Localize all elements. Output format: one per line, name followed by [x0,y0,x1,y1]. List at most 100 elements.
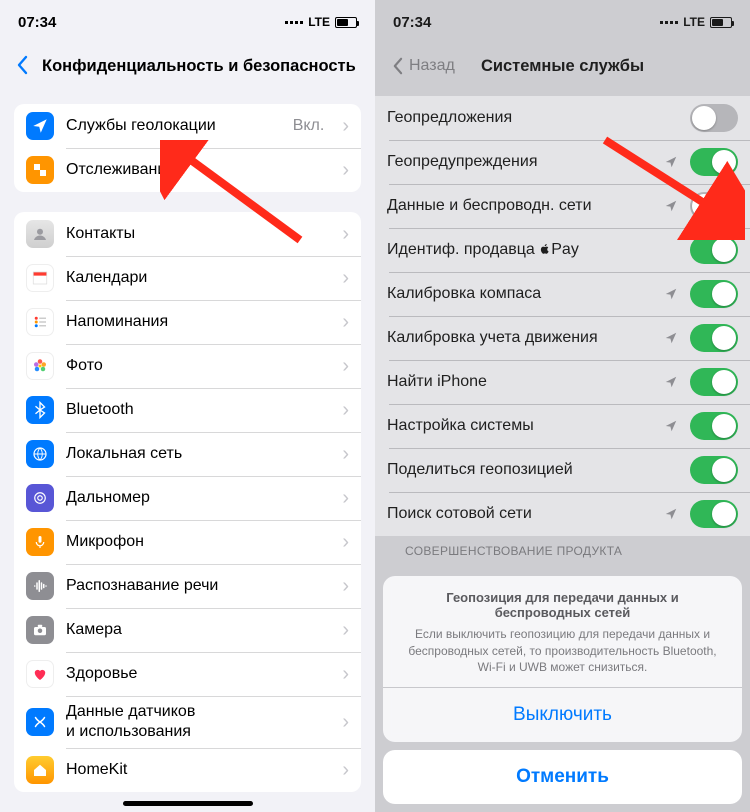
homekit-icon [26,756,54,784]
action-sheet-message: Если выключить геопозицию для передачи д… [401,626,724,675]
toggle-switch[interactable] [690,280,738,308]
nav-bar: Назад Системные службы [375,44,750,88]
nav-bar: Конфиденциальность и безопасность [0,44,375,88]
location-arrow-icon [664,287,678,301]
phone-privacy-settings: 07:34 LTE Конфиденциальность и безопасно… [0,0,375,812]
row-service[interactable]: Геопредложения [375,96,750,140]
row-label: Дальномер [66,488,324,508]
toggle-switch[interactable] [690,456,738,484]
section-header: СОВЕРШЕНСТВОВАНИЕ ПРОДУКТА [389,536,736,562]
globe-icon [26,440,54,468]
row-label: Данные и беспроводн. сети [387,196,652,216]
row-service[interactable]: Поделиться геопозицией [375,448,750,492]
row-service[interactable]: Калибровка учета движения [375,316,750,360]
row-service[interactable]: Геопредупреждения [375,140,750,184]
row-sensors[interactable]: Данные датчиков и использования › [14,696,361,748]
chevron-right-icon: › [342,267,349,290]
health-icon [26,660,54,688]
location-arrow-icon [664,375,678,389]
row-tracking[interactable]: Отслеживание › [14,148,361,192]
row-microphone[interactable]: Микрофон › [14,520,361,564]
row-label: Микрофон [66,532,324,552]
network-label: LTE [683,15,705,29]
row-location-services[interactable]: Службы геолокации Вкл. › [14,104,361,148]
toggle-switch[interactable] [690,500,738,528]
action-sheet: Геопозиция для передачи данных и беспров… [383,576,742,804]
calendar-icon [26,264,54,292]
chevron-right-icon: › [342,711,349,734]
back-button[interactable] [383,52,411,80]
row-speech[interactable]: Распознавание речи › [14,564,361,608]
chevron-right-icon: › [342,355,349,378]
location-arrow-icon [664,331,678,345]
group-system-services: Геопредложения Геопредупреждения Данные и … [375,96,750,536]
row-rangefinder[interactable]: Дальномер › [14,476,361,520]
row-label: Калибровка компаса [387,284,652,304]
photos-icon [26,352,54,380]
row-label: Локальная сеть [66,444,324,464]
back-label[interactable]: Назад [409,57,455,75]
chevron-right-icon: › [342,443,349,466]
row-service[interactable]: Данные и беспроводн. сети [375,184,750,228]
reminders-icon [26,308,54,336]
toggle-switch[interactable] [690,412,738,440]
row-service[interactable]: Калибровка компаса [375,272,750,316]
toggle-switch[interactable] [690,192,738,220]
status-right: LTE [285,15,357,29]
action-sheet-cancel-button[interactable]: Отменить [383,750,742,804]
status-bar: 07:34 LTE [375,0,750,44]
location-arrow-icon [664,507,678,521]
microphone-icon [26,528,54,556]
row-label: Геопредложения [387,108,678,128]
row-label: Календари [66,268,324,288]
toggle-switch[interactable] [690,368,738,396]
settings-list[interactable]: Службы геолокации Вкл. › Отслеживание › … [0,88,375,812]
row-bluetooth[interactable]: Bluetooth › [14,388,361,432]
row-contacts[interactable]: Контакты › [14,212,361,256]
signal-icon [285,21,303,24]
battery-icon [710,17,732,28]
toggle-switch[interactable] [690,236,738,264]
chevron-right-icon: › [342,311,349,334]
row-health[interactable]: Здоровье › [14,652,361,696]
row-label: Фото [66,356,324,376]
status-time: 07:34 [393,14,431,31]
row-calendar[interactable]: Календари › [14,256,361,300]
row-service[interactable]: Найти iPhone [375,360,750,404]
row-camera[interactable]: Камера › [14,608,361,652]
row-reminders[interactable]: Напоминания › [14,300,361,344]
chevron-right-icon: › [342,115,349,138]
group-privacy-apps: Контакты › Календари › Напоминания › [14,212,361,792]
row-label: Отслеживание [66,160,324,180]
chevron-right-icon: › [342,223,349,246]
location-arrow-icon [664,419,678,433]
action-sheet-title: Геопозиция для передачи данных и беспров… [401,590,724,620]
row-label: Службы геолокации [66,116,281,136]
row-label: Поделиться геопозицией [387,460,678,480]
chevron-right-icon: › [342,663,349,686]
location-arrow-icon [664,199,678,213]
row-homekit[interactable]: HomeKit › [14,748,361,792]
chevron-right-icon: › [342,159,349,182]
action-sheet-turn-off-button[interactable]: Выключить [383,688,742,742]
toggle-switch[interactable] [690,104,738,132]
toggle-switch[interactable] [690,324,738,352]
row-label: Геопредупреждения [387,152,652,172]
home-indicator[interactable] [123,801,253,806]
network-label: LTE [308,15,330,29]
row-photos[interactable]: Фото › [14,344,361,388]
rangefinder-icon [26,484,54,512]
bluetooth-icon [26,396,54,424]
chevron-right-icon: › [342,759,349,782]
back-button[interactable] [8,52,36,80]
toggle-switch[interactable] [690,148,738,176]
chevron-right-icon: › [342,531,349,554]
chevron-right-icon: › [342,487,349,510]
row-label: Здоровье [66,664,324,684]
row-service[interactable]: Настройка системы [375,404,750,448]
row-label: Найти iPhone [387,372,652,392]
row-service[interactable]: Идентиф. продавца Pay [375,228,750,272]
battery-icon [335,17,357,28]
row-local-network[interactable]: Локальная сеть › [14,432,361,476]
row-service[interactable]: Поиск сотовой сети [375,492,750,536]
